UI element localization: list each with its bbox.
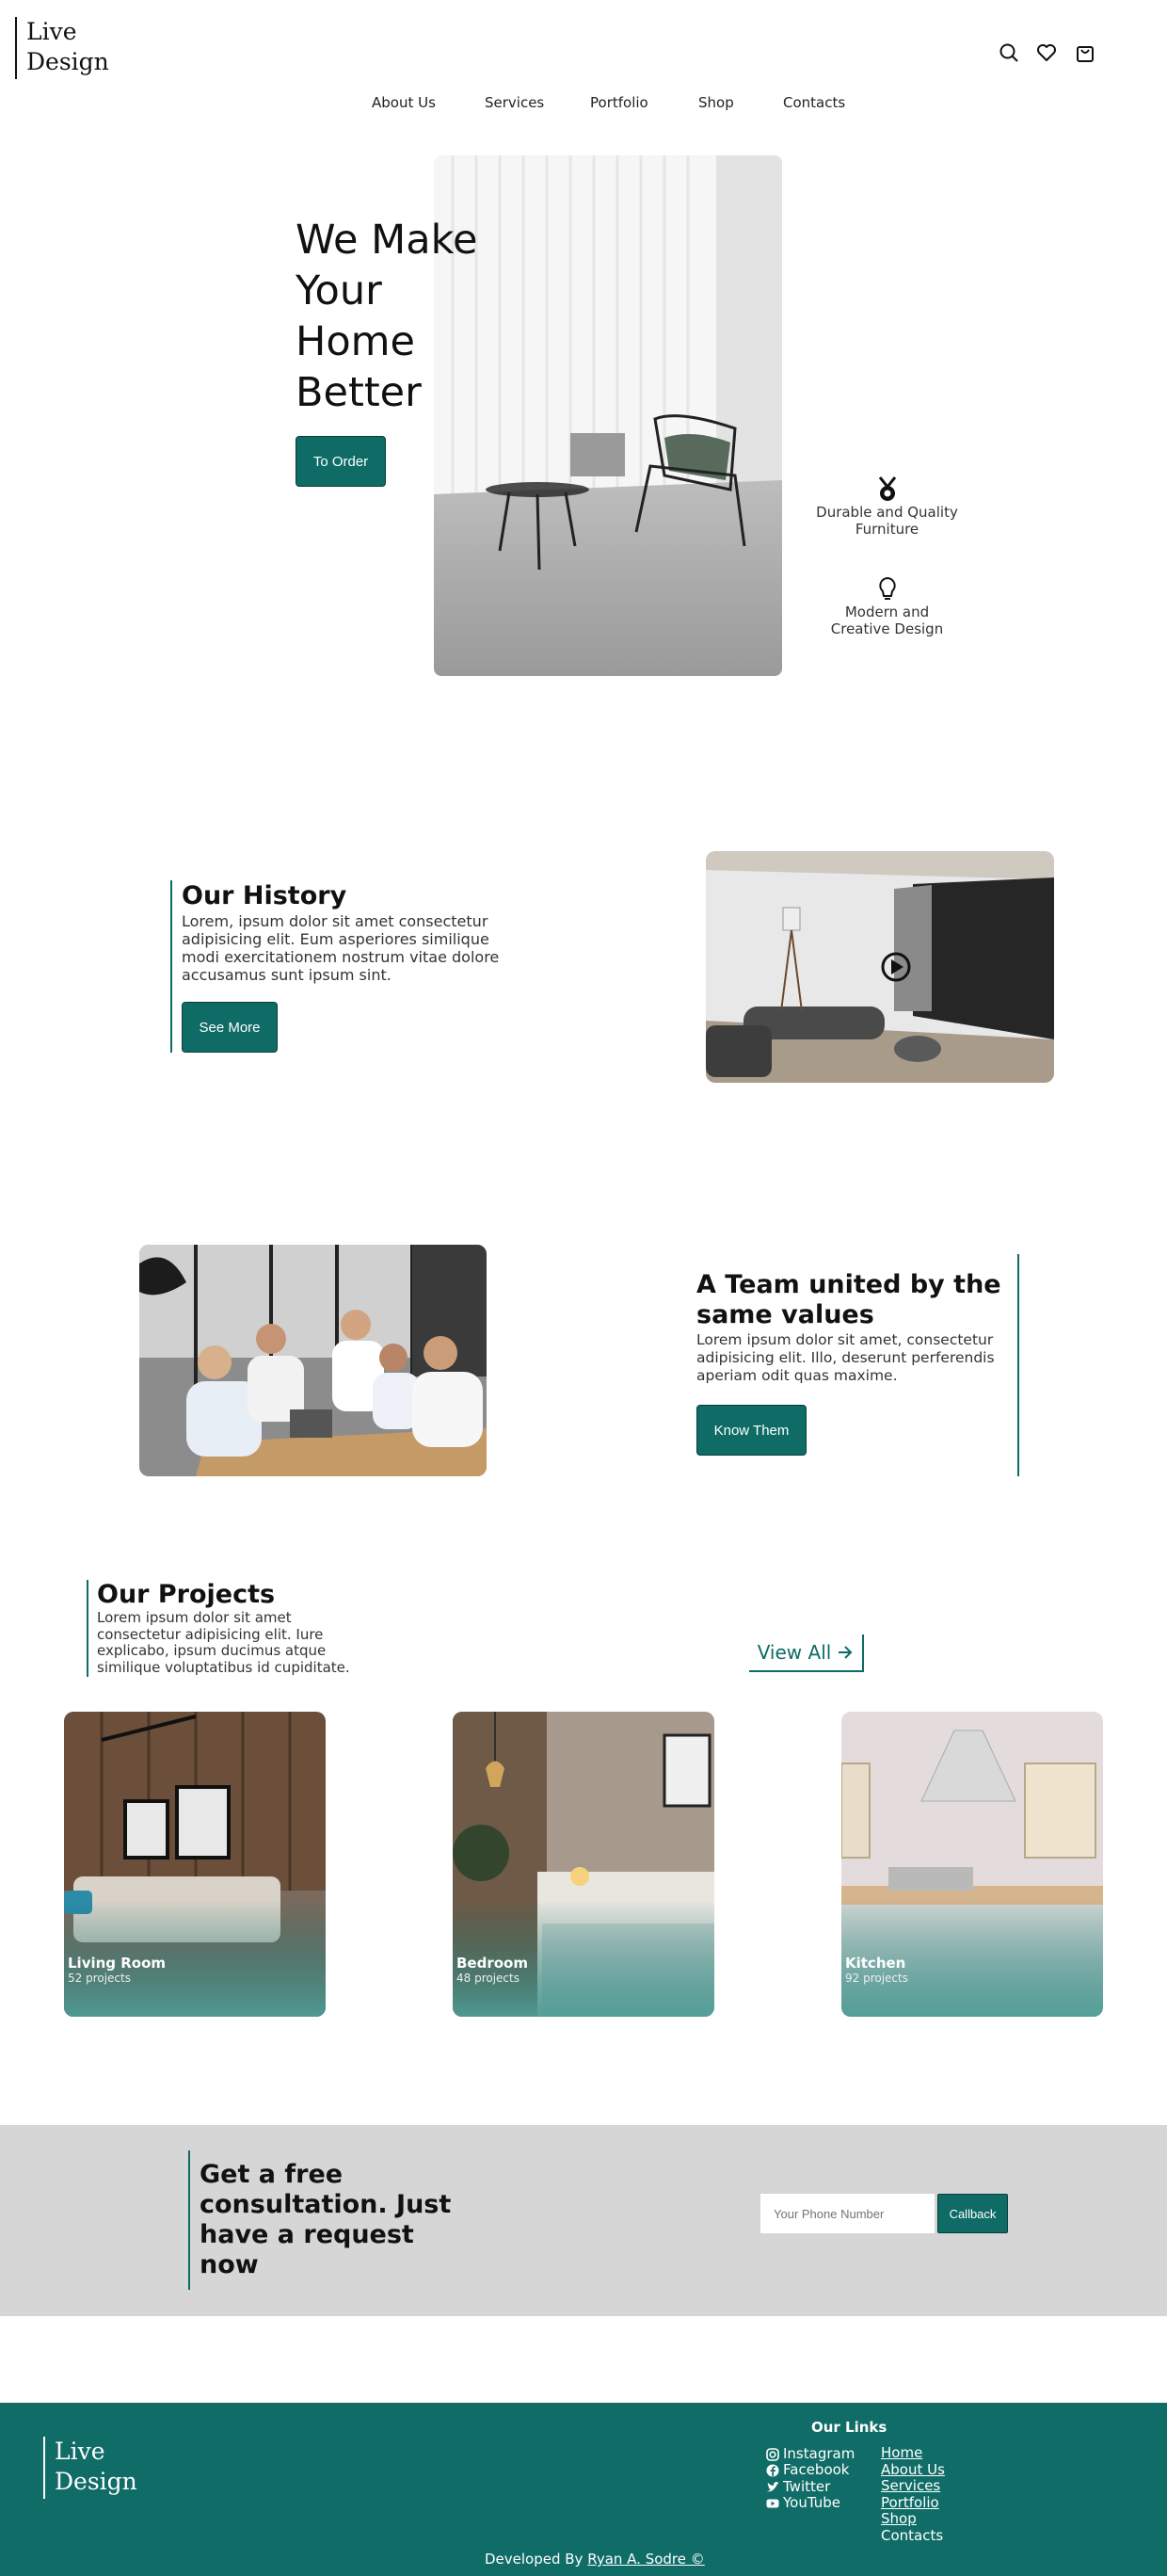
footer-social: Instagram Facebook Twitter YouTube — [766, 2445, 870, 2511]
twitter-icon — [766, 2480, 779, 2493]
nav-services[interactable]: Services — [485, 94, 544, 111]
lightbulb-icon — [809, 575, 965, 604]
feature-durable: Durable and Quality Furniture — [809, 475, 965, 538]
project-card-count: 52 projects — [68, 1972, 131, 1985]
footer-link-home[interactable]: Home — [881, 2444, 994, 2462]
hero-title-line-2: Your — [296, 267, 382, 314]
consultation-accent-line — [188, 2150, 190, 2290]
footer-social-instagram[interactable]: Instagram — [766, 2445, 870, 2462]
consultation-title-line-2: consultation. Just — [200, 2190, 452, 2219]
project-card-count: 92 projects — [845, 1972, 908, 1985]
project-card-living-room[interactable]: Living Room 52 projects — [64, 1712, 326, 2017]
feature-design-line-1: Modern and — [844, 604, 930, 620]
footer-credit-prefix: Developed By — [485, 2551, 584, 2568]
footer-link-shop[interactable]: Shop — [881, 2510, 994, 2528]
nav-shop[interactable]: Shop — [698, 94, 734, 111]
know-them-button[interactable]: Know Them — [696, 1405, 807, 1456]
projects-text-line-4: similique voluptatibus id cupiditate. — [97, 1658, 350, 1676]
history-text-line-2: adipisicing elit. Eum asperiores similiq… — [182, 930, 489, 948]
footer-social-twitter[interactable]: Twitter — [766, 2478, 870, 2495]
to-order-button[interactable]: To Order — [296, 436, 386, 487]
team-title-line-2: same values — [696, 1300, 874, 1329]
footer-links-title: Our Links — [811, 2419, 887, 2436]
team-text-line-2: adipisicing elit. Illo, deserunt perfere… — [696, 1349, 995, 1366]
team-image — [139, 1245, 487, 1476]
consultation-title: Get a free consultation. Just have a req… — [200, 2160, 482, 2280]
project-card-title: Living Room — [68, 1955, 167, 1972]
arrow-right-icon — [837, 1644, 854, 1661]
footer-credit-link[interactable]: Ryan A. Sodre © — [587, 2551, 705, 2568]
see-more-button[interactable]: See More — [182, 1002, 278, 1053]
footer-brand-logo[interactable]: Live Design — [43, 2437, 147, 2499]
project-card-bedroom[interactable]: Bedroom 48 projects — [453, 1712, 714, 2017]
footer-link-portfolio[interactable]: Portfolio — [881, 2494, 994, 2512]
nav-contacts[interactable]: Contacts — [783, 94, 845, 111]
brand-line-1: Live — [26, 18, 77, 45]
projects-text-line-1: Lorem ipsum dolor sit amet — [97, 1609, 292, 1626]
footer-social-youtube[interactable]: YouTube — [766, 2494, 870, 2512]
callback-button[interactable]: Callback — [937, 2194, 1008, 2233]
team-text: Lorem ipsum dolor sit amet, consectetur … — [696, 1331, 1021, 1385]
projects-accent-line — [87, 1580, 88, 1677]
project-card-kitchen[interactable]: Kitchen 92 projects — [841, 1712, 1103, 2017]
history-accent-line — [170, 880, 172, 1053]
history-video[interactable] — [706, 851, 1054, 1083]
feature-design: Modern and Creative Design — [809, 575, 965, 637]
view-all-label: View All — [757, 1641, 832, 1664]
footer-brand-line-1: Live — [55, 2438, 105, 2465]
team-text-line-3: aperiam odit quas maxime. — [696, 1367, 898, 1384]
footer-link-services[interactable]: Services — [881, 2477, 994, 2495]
hero-title-line-4: Better — [296, 369, 422, 416]
brand-line-2: Design — [26, 48, 109, 75]
footer-social-label: Twitter — [783, 2477, 831, 2495]
team-title: A Team united by the same values — [696, 1270, 1016, 1330]
nav-about-us[interactable]: About Us — [372, 94, 436, 111]
team-title-line-1: A Team united by the — [696, 1270, 1001, 1299]
consultation-title-line-4: now — [200, 2250, 259, 2279]
team-text-line-1: Lorem ipsum dolor sit amet, consectetur — [696, 1331, 994, 1348]
instagram-icon — [766, 2447, 779, 2461]
phone-number-input[interactable] — [760, 2194, 935, 2233]
feature-durable-line-2: Furniture — [855, 521, 919, 538]
footer-social-label: YouTube — [783, 2494, 840, 2512]
history-text-line-3: modi exercitationem nostrum vitae dolore — [182, 948, 500, 966]
hero-title-line-3: Home — [296, 318, 415, 365]
youtube-icon — [766, 2496, 779, 2509]
history-text: Lorem, ipsum dolor sit amet consectetur … — [182, 912, 520, 984]
consultation-title-line-3: have a request — [200, 2220, 414, 2249]
footer-social-label: Facebook — [783, 2461, 850, 2479]
footer-contacts: Contacts — [881, 2526, 944, 2544]
history-text-line-4: accusamus sunt ipsum sint. — [182, 966, 392, 984]
project-card-title: Kitchen — [845, 1955, 906, 1972]
projects-text: Lorem ipsum dolor sit amet consectetur a… — [97, 1609, 408, 1676]
projects-text-line-2: consectetur adipisicing elit. Iure — [97, 1625, 324, 1643]
projects-title: Our Projects — [97, 1580, 276, 1609]
hero-title: We Make Your Home Better — [296, 215, 521, 418]
footer-social-label: Instagram — [783, 2444, 855, 2462]
footer-credit: Developed By Ryan A. Sodre © — [485, 2551, 705, 2568]
footer-link-about-us[interactable]: About Us — [881, 2461, 994, 2479]
history-title: Our History — [182, 881, 347, 910]
nav-portfolio[interactable]: Portfolio — [590, 94, 648, 111]
feature-design-line-2: Creative Design — [830, 620, 944, 637]
heart-icon[interactable] — [1035, 41, 1058, 64]
history-text-line-1: Lorem, ipsum dolor sit amet consectetur — [182, 912, 488, 930]
consultation-title-line-1: Get a free — [200, 2160, 344, 2189]
medal-icon — [809, 475, 965, 504]
project-card-count: 48 projects — [456, 1972, 520, 1985]
footer-brand-line-2: Design — [55, 2468, 137, 2495]
shopping-bag-icon[interactable] — [1074, 41, 1096, 64]
brand-logo[interactable]: Live Design — [15, 17, 119, 79]
view-all-link[interactable]: View All — [749, 1634, 864, 1672]
feature-durable-line-1: Durable and Quality — [816, 504, 958, 521]
project-card-title: Bedroom — [456, 1955, 528, 1972]
footer-social-facebook[interactable]: Facebook — [766, 2461, 870, 2479]
search-icon[interactable] — [998, 41, 1020, 64]
footer-links: Home About Us Services Portfolio Shop Co… — [881, 2444, 994, 2544]
facebook-icon — [766, 2463, 779, 2477]
projects-text-line-3: explicabo, ipsum ducimus atque — [97, 1642, 327, 1659]
hero-title-line-1: We Make — [296, 217, 478, 264]
